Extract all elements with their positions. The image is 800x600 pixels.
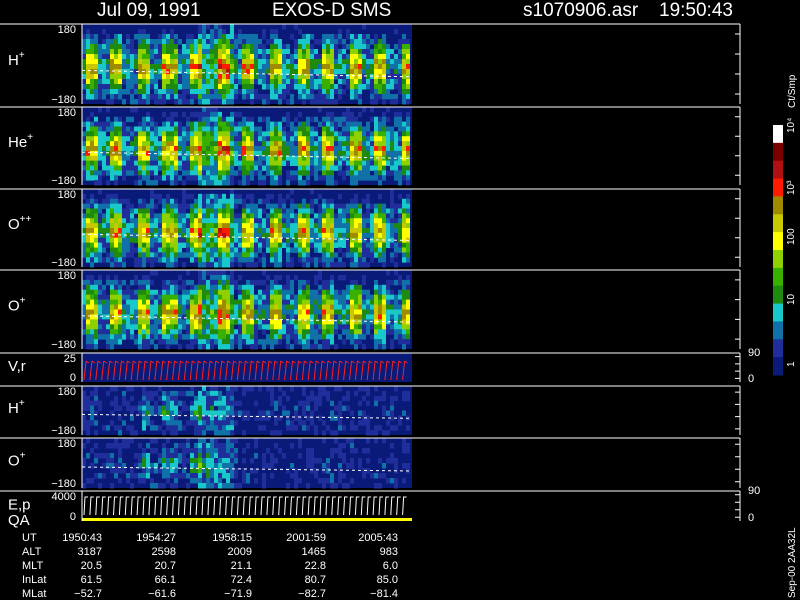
colorbar-segment bbox=[773, 178, 783, 197]
ephem-cell: 1950:43 bbox=[62, 532, 102, 544]
ephem-cell: 1465 bbox=[302, 546, 326, 558]
colorbar-segment bbox=[773, 125, 783, 144]
colorbar-segment bbox=[773, 214, 783, 233]
panel-label-sup-o-plus: + bbox=[20, 296, 26, 307]
ephem-row-name: UT bbox=[22, 532, 37, 544]
colorbar-segment bbox=[773, 142, 783, 162]
panel-label-sup-o-plusplus: ++ bbox=[20, 214, 32, 225]
ephem-cell: 20.7 bbox=[155, 560, 176, 572]
ephem-cell: 85.0 bbox=[377, 574, 398, 586]
ephem-cell: 6.0 bbox=[383, 560, 398, 572]
ytick-bottom-vr: 0 bbox=[70, 372, 76, 384]
ephem-cell: 1958:15 bbox=[212, 532, 252, 544]
exos-d-sms-spectrogram: Jul 09, 1991 EXOS-D SMS s1070906.asr 19:… bbox=[0, 0, 800, 600]
panel-label-sup-o-plus-2: + bbox=[20, 451, 26, 462]
panel-label-sup-h-plus: + bbox=[19, 50, 25, 61]
colorbar-segment bbox=[773, 232, 783, 251]
title-time: 19:50:43 bbox=[659, 0, 733, 21]
ephem-cell: 2001:59 bbox=[286, 532, 326, 544]
ephem-cell: 20.5 bbox=[81, 560, 102, 572]
colorbar-segment bbox=[773, 267, 783, 287]
ephem-cell: 2009 bbox=[228, 546, 252, 558]
rtick-bottom-vr: 0 bbox=[748, 373, 754, 385]
ephem-cell: −52.7 bbox=[74, 588, 102, 600]
ephem-cell: 2005:43 bbox=[358, 532, 398, 544]
colorbar-segment bbox=[773, 196, 783, 215]
title-date: Jul 09, 1991 bbox=[97, 0, 201, 21]
ytick-bottom-o-plusplus: −180 bbox=[51, 257, 76, 269]
ytick-bottom-h-plus-2: −180 bbox=[51, 425, 76, 437]
ephem-row-name: MLat bbox=[22, 588, 46, 600]
panel-label-sup-he-plus: + bbox=[27, 132, 33, 143]
colorbar-segment bbox=[773, 250, 783, 269]
footer-stamp: Sep-00 2AA32L bbox=[787, 527, 798, 598]
ephem-cell: 22.8 bbox=[305, 560, 326, 572]
ephem-cell: 3187 bbox=[78, 546, 102, 558]
ytick-bottom-o-plus: −180 bbox=[51, 339, 76, 351]
ephem-cell: 61.5 bbox=[81, 574, 102, 586]
ephem-cell: 1954:27 bbox=[136, 532, 176, 544]
ytick-top-he-plus: 180 bbox=[58, 107, 76, 119]
panel-label-vr: V,r bbox=[8, 358, 26, 375]
ephem-cell: −82.7 bbox=[298, 588, 326, 600]
ephem-cell: 983 bbox=[380, 546, 398, 558]
ephem-cell: 80.7 bbox=[305, 574, 326, 586]
ytick-top-h-plus: 180 bbox=[58, 24, 76, 36]
panel-label2-ep-qa: QA bbox=[8, 512, 30, 529]
ephem-cell: −71.9 bbox=[224, 588, 252, 600]
title-instrument: EXOS-D SMS bbox=[272, 0, 391, 21]
ephem-row-name: MLT bbox=[22, 560, 43, 572]
rtick-top-ep-qa: 90 bbox=[748, 485, 760, 497]
ytick-top-o-plus: 180 bbox=[58, 270, 76, 282]
colorbar-segment bbox=[773, 339, 783, 358]
colorbar-segment bbox=[773, 357, 783, 376]
ephem-cell: −81.4 bbox=[370, 588, 398, 600]
ytick-top-h-plus-2: 180 bbox=[58, 386, 76, 398]
ytick-bottom-he-plus: −180 bbox=[51, 175, 76, 187]
ytick-bottom-h-plus: −180 bbox=[51, 94, 76, 106]
ephem-cell: 66.1 bbox=[155, 574, 176, 586]
colorbar-segment bbox=[773, 321, 783, 340]
panel-label-sup-h-plus-2: + bbox=[19, 398, 25, 409]
colorbar-segment bbox=[773, 303, 783, 322]
colorbar-tick: 10 bbox=[786, 293, 797, 305]
ephem-cell: 21.1 bbox=[231, 560, 252, 572]
rtick-bottom-ep-qa: 0 bbox=[748, 512, 754, 524]
ytick-top-o-plusplus: 180 bbox=[58, 189, 76, 201]
ytick-top-ep-qa: 4000 bbox=[52, 491, 76, 503]
ephem-cell: 72.4 bbox=[231, 574, 252, 586]
colorbar-unit: Ct/Smp bbox=[787, 74, 798, 108]
colorbar-segment bbox=[773, 160, 783, 180]
ephem-cell: −61.6 bbox=[148, 588, 176, 600]
ephem-row-name: InLat bbox=[22, 574, 46, 586]
ephem-cell: 2598 bbox=[152, 546, 176, 558]
title-file: s1070906.asr bbox=[523, 0, 639, 21]
ytick-top-vr: 25 bbox=[64, 353, 76, 365]
ytick-bottom-ep-qa: 0 bbox=[70, 511, 76, 523]
colorbar-tick: 100 bbox=[786, 228, 797, 245]
colorbar-tick: 10⁴ bbox=[786, 118, 797, 133]
colorbar-segment bbox=[773, 285, 783, 305]
ytick-top-o-plus-2: 180 bbox=[58, 438, 76, 450]
ytick-bottom-o-plus-2: −180 bbox=[51, 478, 76, 490]
ephem-row-name: ALT bbox=[22, 546, 42, 558]
rtick-top-vr: 90 bbox=[748, 347, 760, 359]
panel-label-ep-qa: E,p bbox=[8, 497, 31, 514]
colorbar-tick: 1 bbox=[786, 361, 797, 367]
colorbar-tick: 10³ bbox=[786, 180, 797, 195]
